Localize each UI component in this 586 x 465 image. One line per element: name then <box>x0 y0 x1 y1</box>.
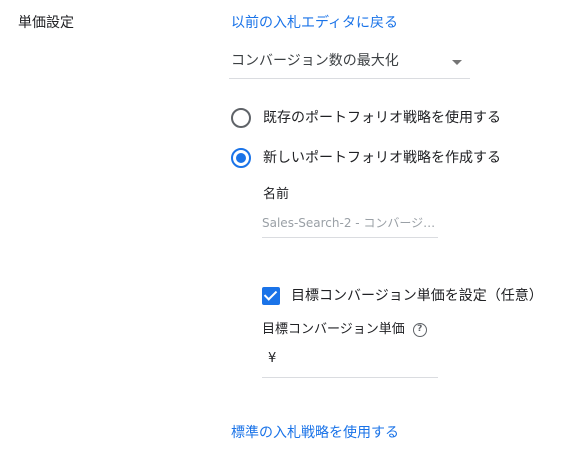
radio-use-existing-portfolio[interactable]: 既存のポートフォリオ戦略を使用する <box>231 107 501 129</box>
strategy-name-field[interactable]: Sales-Search-2 - コンバージ… <box>262 211 438 238</box>
back-to-previous-editor-link[interactable]: 以前の入札エディタに戻る <box>231 13 398 33</box>
target-cpa-checkbox[interactable] <box>262 287 280 305</box>
currency-symbol: ¥ <box>268 351 277 366</box>
help-icon[interactable]: ? <box>412 323 427 337</box>
radio-create-new-portfolio[interactable]: 新しいポートフォリオ戦略を作成する <box>231 147 501 169</box>
dropdown-selected-value: コンバージョン数の最大化 <box>231 53 399 69</box>
radio-label-new: 新しいポートフォリオ戦略を作成する <box>263 150 501 166</box>
target-cpa-label-row: 目標コンバージョン単価 ? <box>262 320 427 340</box>
section-label: 単価設定 <box>18 15 74 31</box>
dropdown-arrow-icon <box>452 60 462 65</box>
radio-button-checked[interactable] <box>231 148 251 168</box>
strategy-name-value: Sales-Search-2 - コンバージ… <box>262 216 436 230</box>
radio-button-unchecked[interactable] <box>231 108 251 128</box>
name-label: 名前 <box>263 187 290 202</box>
target-cpa-input[interactable]: ¥ <box>262 347 438 378</box>
set-target-cpa-checkbox-row[interactable]: 目標コンバージョン単価を設定（任意） <box>262 285 543 307</box>
bid-strategy-dropdown[interactable]: コンバージョン数の最大化 <box>229 46 470 79</box>
radio-label-existing: 既存のポートフォリオ戦略を使用する <box>263 110 501 126</box>
target-cpa-label: 目標コンバージョン単価 <box>262 322 405 337</box>
use-standard-strategy-link[interactable]: 標準の入札戦略を使用する <box>231 423 399 443</box>
target-cpa-checkbox-label: 目標コンバージョン単価を設定（任意） <box>291 288 543 304</box>
